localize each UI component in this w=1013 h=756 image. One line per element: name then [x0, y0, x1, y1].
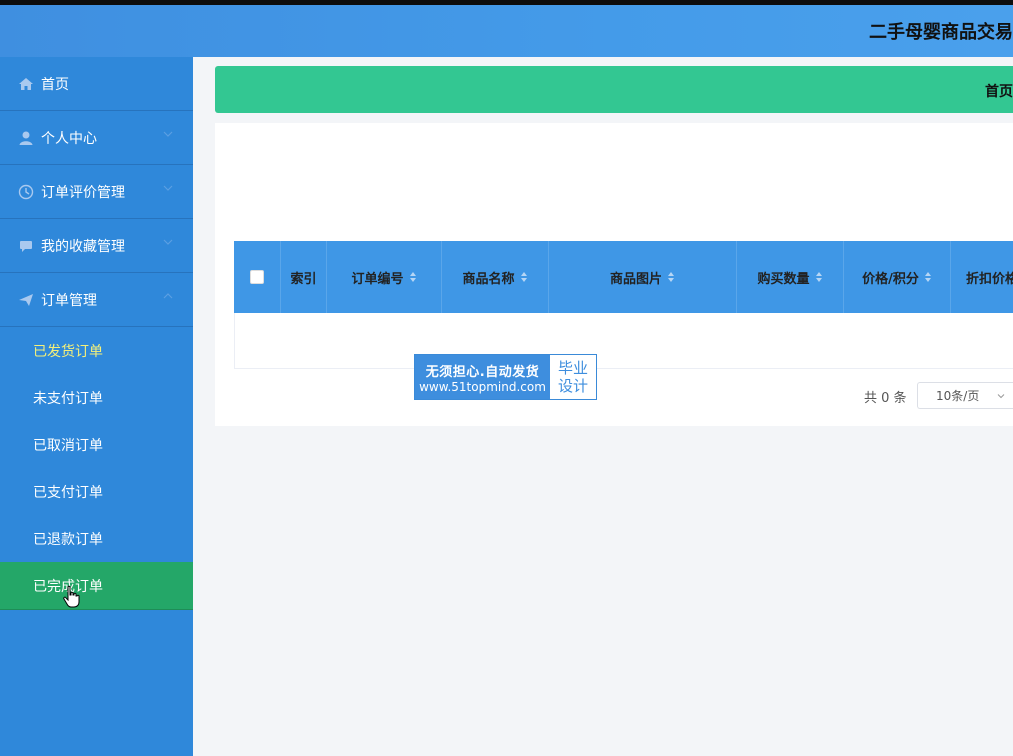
table-body-empty	[234, 313, 1013, 369]
watermark-right2: 设计	[557, 377, 588, 395]
column-header-index: 索引	[281, 241, 327, 313]
clock-icon	[18, 184, 34, 200]
watermark-line2: www.51topmind.com	[419, 379, 546, 394]
chat-icon	[18, 238, 34, 254]
select-all-checkbox[interactable]	[250, 270, 264, 284]
sort-icon[interactable]	[815, 271, 823, 283]
sidebar-item-my-favorites[interactable]: 我的收藏管理	[0, 219, 193, 273]
breadcrumb[interactable]: 首页	[985, 81, 1013, 101]
column-header-product-name[interactable]: 商品名称	[442, 241, 549, 313]
submenu-item-cancelled-orders[interactable]: 已取消订单	[0, 421, 193, 468]
column-header-product-image[interactable]: 商品图片	[549, 241, 737, 313]
sidebar-item-label: 订单管理	[41, 292, 97, 309]
submenu-item-refunded-orders[interactable]: 已退款订单	[0, 515, 193, 562]
submenu-item-completed-orders[interactable]: 已完成订单	[0, 562, 193, 610]
chevron-up-icon	[163, 293, 173, 299]
sidebar-item-order-management[interactable]: 订单管理	[0, 273, 193, 327]
hand-cursor-icon	[63, 585, 80, 608]
chevron-down-icon	[163, 185, 173, 191]
content-card: 索引 订单编号 商品名称 商品图片 购买数量 价格/积分 折扣价格 共 0 条 …	[215, 123, 1013, 426]
submenu-item-unpaid-orders[interactable]: 未支付订单	[0, 374, 193, 421]
sidebar-item-home[interactable]: 首页	[0, 57, 193, 111]
home-icon	[18, 76, 34, 92]
app-title: 二手母婴商品交易	[869, 22, 1013, 43]
column-header-quantity[interactable]: 购买数量	[737, 241, 844, 313]
chevron-down-icon	[163, 239, 173, 245]
table-header: 索引 订单编号 商品名称 商品图片 购买数量 价格/积分 折扣价格	[234, 241, 1013, 313]
page-size-select[interactable]: 10条/页	[917, 382, 1013, 409]
user-icon	[18, 130, 34, 146]
top-header: 二手母婴商品交易	[0, 5, 1013, 57]
chevron-down-icon	[997, 394, 1005, 399]
sidebar-item-label: 个人中心	[41, 130, 97, 147]
column-header-order-number[interactable]: 订单编号	[327, 241, 442, 313]
breadcrumb-bar: 首页	[215, 66, 1013, 113]
sort-icon[interactable]	[409, 271, 417, 283]
watermark-logo: 无须担心.自动发货 www.51topmind.com 毕业 设计	[414, 354, 597, 400]
sort-icon[interactable]	[667, 271, 675, 283]
pager-total: 共 0 条	[864, 391, 907, 406]
send-icon	[18, 292, 34, 308]
sidebar-item-label: 我的收藏管理	[41, 238, 125, 255]
sidebar-item-order-review[interactable]: 订单评价管理	[0, 165, 193, 219]
select-all-cell	[234, 241, 281, 313]
submenu-item-shipped-orders[interactable]: 已发货订单	[0, 327, 193, 374]
column-header-price-points[interactable]: 价格/积分	[844, 241, 951, 313]
sort-icon[interactable]	[924, 271, 932, 283]
chevron-down-icon	[163, 131, 173, 137]
watermark-line1: 无须担心.自动发货	[425, 364, 540, 380]
sort-icon[interactable]	[520, 271, 528, 283]
sidebar-item-personal-center[interactable]: 个人中心	[0, 111, 193, 165]
submenu-item-paid-orders[interactable]: 已支付订单	[0, 468, 193, 515]
sidebar-item-label: 首页	[41, 76, 69, 93]
watermark-right1: 毕业	[557, 359, 588, 377]
column-header-discount-price[interactable]: 折扣价格	[951, 241, 1013, 313]
sidebar-item-label: 订单评价管理	[41, 184, 125, 201]
sidebar: 首页 个人中心 订单评价管理 我的收藏管理 订单管理 已发货订单 未支付订单 已…	[0, 57, 193, 756]
